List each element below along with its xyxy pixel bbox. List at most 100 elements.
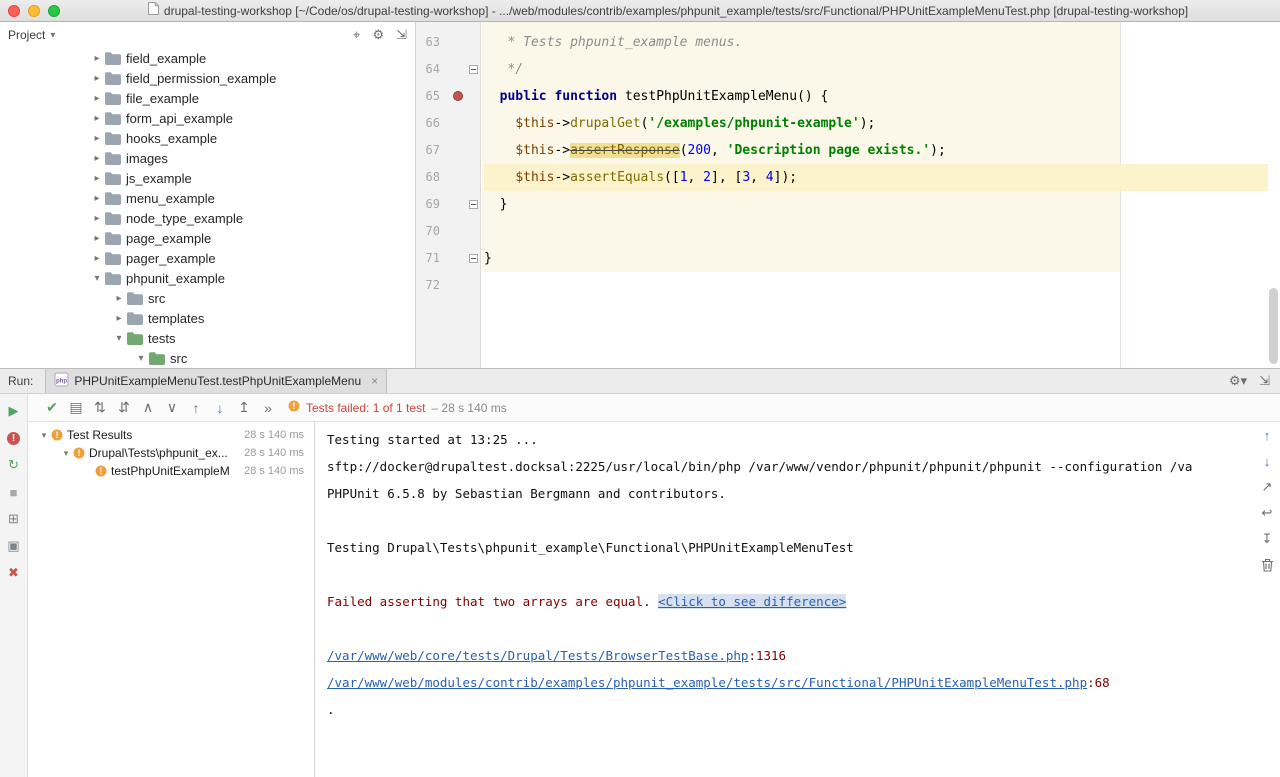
project-tree-item[interactable]: ▸templates xyxy=(0,308,415,328)
code-line[interactable] xyxy=(484,218,1280,245)
sort-by-duration-icon[interactable]: ⇵ xyxy=(112,397,136,419)
code-line[interactable]: public function testPhpUnitExampleMenu()… xyxy=(484,83,1280,110)
console-link[interactable]: <Click to see difference> xyxy=(658,594,846,609)
gutter-line: 71 xyxy=(416,245,480,272)
chevron-right-icon[interactable]: ▸ xyxy=(112,313,126,324)
console-text: PHPUnit 6.5.8 by Sebastian Bergmann and … xyxy=(327,486,726,501)
chevron-right-icon[interactable]: ▸ xyxy=(90,193,104,204)
window-title: drupal-testing-workshop [~/Code/os/drupa… xyxy=(164,4,1188,18)
chevron-down-icon[interactable]: ▾ xyxy=(60,448,72,459)
project-tree-item[interactable]: ▾tests xyxy=(0,328,415,348)
code-line[interactable]: * Tests phpunit_example menus. xyxy=(484,29,1280,56)
code-editor[interactable]: * Tests phpunit_example menus. */ public… xyxy=(482,22,1280,368)
soft-wrap-icon[interactable]: ↩ xyxy=(1258,505,1276,521)
chevron-right-icon[interactable]: ▸ xyxy=(90,253,104,264)
console-text: Testing Drupal\Tests\phpunit_example\Fun… xyxy=(327,540,854,555)
settings-icon[interactable]: ⚙ xyxy=(372,27,384,43)
run-header-icons: ⚙▾ ⇲ xyxy=(1229,373,1270,389)
project-tree-item[interactable]: ▸file_example xyxy=(0,88,415,108)
hide-panel-icon[interactable]: ⇲ xyxy=(1259,373,1270,389)
project-tree-item[interactable]: ▾phpunit_example xyxy=(0,268,415,288)
chevron-right-icon[interactable]: ▸ xyxy=(90,233,104,244)
chevron-right-icon[interactable]: ▸ xyxy=(90,153,104,164)
down-stack-trace-icon[interactable]: ↓ xyxy=(1258,453,1276,469)
project-tree-item[interactable]: ▸images xyxy=(0,148,415,168)
more-options-icon[interactable]: » xyxy=(256,397,280,419)
pin-tab-icon[interactable]: ▣ xyxy=(5,537,23,555)
rerun-test-icon[interactable]: ▶ xyxy=(5,402,23,420)
project-panel-title[interactable]: Project xyxy=(8,28,45,42)
code-line[interactable] xyxy=(484,272,1280,299)
chevron-right-icon[interactable]: ▸ xyxy=(90,113,104,124)
chevron-right-icon[interactable]: ▸ xyxy=(90,93,104,104)
restore-layout-icon[interactable]: ⊞ xyxy=(5,510,23,528)
up-stack-trace-icon[interactable]: ↑ xyxy=(1258,427,1276,443)
next-failed-test-icon[interactable]: ↓ xyxy=(208,397,232,419)
svg-text:!: ! xyxy=(100,466,103,476)
editor-scrollbar[interactable] xyxy=(1269,288,1278,364)
console-link[interactable]: /var/www/web/modules/contrib/examples/ph… xyxy=(327,675,1087,690)
project-tree-item[interactable]: ▸menu_example xyxy=(0,188,415,208)
scroll-to-end-icon[interactable]: ↧ xyxy=(1258,531,1276,547)
stop-icon[interactable]: ■ xyxy=(5,483,23,501)
project-tree-item[interactable]: ▾src xyxy=(0,348,415,368)
project-tree-item[interactable]: ▸field_permission_example xyxy=(0,68,415,88)
test-tree-item[interactable]: !testPhpUnitExampleM28 s 140 ms xyxy=(28,462,314,480)
test-tree-item[interactable]: ▾!Test Results28 s 140 ms xyxy=(28,426,314,444)
chevron-right-icon[interactable]: ▸ xyxy=(90,73,104,84)
line-number: 65 xyxy=(416,83,440,110)
code-line[interactable]: $this->drupalGet('/examples/phpunit-exam… xyxy=(484,110,1280,137)
sort-alphabetically-icon[interactable]: ⇅ xyxy=(88,397,112,419)
code-line[interactable]: } xyxy=(484,245,1280,272)
project-tree-item[interactable]: ▸form_api_example xyxy=(0,108,415,128)
close-window-button[interactable] xyxy=(8,5,20,17)
project-tree-item[interactable]: ▸src xyxy=(0,288,415,308)
run-tab[interactable]: php PHPUnitExampleMenuTest.testPhpUnitEx… xyxy=(45,369,387,393)
settings-icon[interactable]: ⚙▾ xyxy=(1229,373,1247,389)
fold-marker-icon[interactable] xyxy=(469,65,478,74)
collapse-all-icon[interactable]: ∧ xyxy=(136,397,160,419)
test-tree-item[interactable]: ▾!Drupal\Tests\phpunit_ex...28 s 140 ms xyxy=(28,444,314,462)
document-icon xyxy=(148,2,159,20)
clear-console-icon[interactable] xyxy=(1258,557,1276,573)
chevron-right-icon[interactable]: ▸ xyxy=(90,173,104,184)
project-tree-item[interactable]: ▸page_example xyxy=(0,228,415,248)
project-tree-item[interactable]: ▸node_type_example xyxy=(0,208,415,228)
scroll-from-source-icon[interactable]: ⌖ xyxy=(353,27,360,43)
code-line[interactable]: */ xyxy=(484,56,1280,83)
chevron-right-icon[interactable]: ▸ xyxy=(90,213,104,224)
show-ignored-icon[interactable]: ▤ xyxy=(64,397,88,419)
chevron-right-icon[interactable]: ▸ xyxy=(112,293,126,304)
code-line[interactable]: $this->assertResponse(200, 'Description … xyxy=(484,137,1280,164)
run-tool-window-header: Run: php PHPUnitExampleMenuTest.testPhpU… xyxy=(0,369,1280,394)
chevron-right-icon[interactable]: ▸ xyxy=(90,133,104,144)
code-line[interactable]: $this->assertEquals([1, 2], [3, 4]); xyxy=(484,164,1268,191)
failed-test-gutter-icon[interactable] xyxy=(453,91,463,101)
chevron-down-icon[interactable]: ▾ xyxy=(112,333,126,344)
project-tree-item[interactable]: ▸js_example xyxy=(0,168,415,188)
previous-failed-test-icon[interactable]: ↑ xyxy=(184,397,208,419)
expand-all-icon[interactable]: ∨ xyxy=(160,397,184,419)
console-link[interactable]: /var/www/web/core/tests/Drupal/Tests/Bro… xyxy=(327,648,748,663)
fold-marker-icon[interactable] xyxy=(469,254,478,263)
code-line[interactable]: } xyxy=(484,191,1280,218)
import-test-results-icon[interactable]: ↥ xyxy=(232,397,256,419)
rerun-failed-tests-icon[interactable]: ! xyxy=(5,429,23,447)
minimize-window-button[interactable] xyxy=(28,5,40,17)
fold-marker-icon[interactable] xyxy=(469,200,478,209)
jump-to-source-icon[interactable]: ↗ xyxy=(1258,479,1276,495)
project-tree-item[interactable]: ▸hooks_example xyxy=(0,128,415,148)
hide-panel-icon[interactable]: ⇲ xyxy=(396,27,407,43)
project-tree-item[interactable]: ▸field_example xyxy=(0,48,415,68)
hide-passed-icon[interactable]: ✔ xyxy=(40,397,64,419)
chevron-right-icon[interactable]: ▸ xyxy=(90,53,104,64)
toggle-auto-test-icon[interactable]: ↻ xyxy=(5,456,23,474)
zoom-window-button[interactable] xyxy=(48,5,60,17)
close-icon[interactable]: ✖ xyxy=(5,564,23,582)
project-tree-item[interactable]: ▸pager_example xyxy=(0,248,415,268)
chevron-down-icon[interactable]: ▾ xyxy=(38,430,50,441)
close-tab-icon[interactable]: × xyxy=(371,374,378,388)
chevron-down-icon[interactable]: ▾ xyxy=(90,273,104,284)
chevron-down-icon[interactable]: ▾ xyxy=(134,353,148,364)
run-console[interactable]: Testing started at 13:25 ...sftp://docke… xyxy=(315,422,1280,777)
